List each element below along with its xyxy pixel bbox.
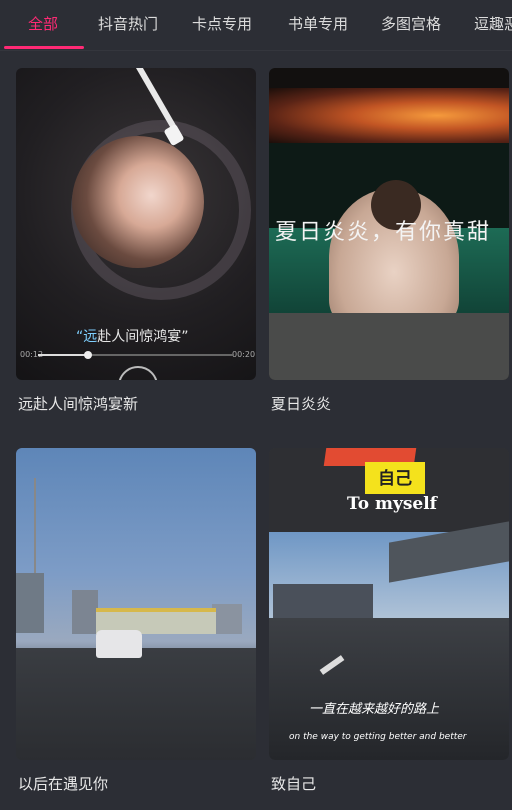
template-thumbnail[interactable]: [16, 448, 256, 760]
template-thumbnail[interactable]: 自己 To myself 一直在越来越好的路上 on the way to ge…: [269, 448, 509, 760]
template-thumbnail[interactable]: “远赴人间惊鸿宴” 00:12 00:20: [16, 68, 256, 380]
building: [72, 590, 98, 634]
template-title: 致自己: [271, 775, 317, 793]
building: [212, 604, 242, 634]
tab-booklist[interactable]: 书单专用: [288, 12, 348, 36]
overlay-line: 一直在越来越好的路上: [309, 702, 440, 717]
play-icon: [118, 366, 158, 380]
template-title: 远赴人间惊鸿宴新: [18, 395, 139, 413]
template-title: 以后在遇见你: [18, 775, 109, 793]
tab-beat-sync[interactable]: 卡点专用: [192, 12, 252, 36]
overlay-title: 夏日炎炎，有你真甜: [275, 220, 492, 245]
portrait-disc: [72, 136, 204, 268]
tab-multi-grid[interactable]: 多图宫格: [381, 12, 441, 36]
template-title: 夏日炎炎: [271, 395, 332, 413]
progress-fill: [38, 354, 87, 356]
car: [96, 630, 142, 658]
category-tab-bar: 全部 抖音热门 卡点专用 书单专用 多图宫格 逗趣恶: [0, 0, 512, 51]
overlay-quote: “远赴人间惊鸿宴”: [76, 329, 189, 345]
toll-gate-roof: [96, 608, 216, 612]
active-tab-indicator: [4, 46, 84, 49]
pool-ledge: [269, 313, 509, 380]
yellow-badge: 自己: [365, 462, 425, 494]
building: [16, 573, 44, 633]
template-thumbnail[interactable]: 夏日炎炎，有你真甜: [269, 68, 509, 380]
city-skyline: [273, 584, 373, 620]
overlay-subline: on the way to getting better and better: [289, 732, 467, 742]
tab-all[interactable]: 全部: [28, 12, 58, 36]
sunset-sky: [269, 88, 509, 143]
road: [16, 648, 256, 760]
progress-knob: [84, 351, 92, 359]
tab-douyin-hot[interactable]: 抖音热门: [98, 12, 158, 36]
playback-progress: [38, 351, 234, 359]
time-end: 00:20: [232, 350, 256, 359]
tab-funny[interactable]: 逗趣恶: [474, 12, 512, 36]
overlay-title: To myself: [347, 494, 437, 514]
